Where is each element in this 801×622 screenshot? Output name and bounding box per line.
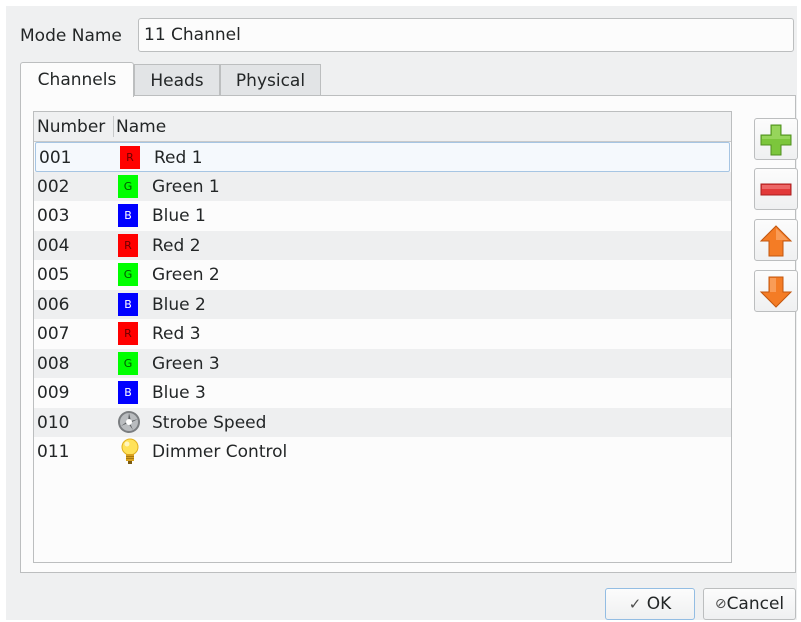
tab-heads-label: Heads	[150, 71, 204, 91]
arrow-down-icon	[759, 276, 793, 308]
minus-icon	[760, 183, 792, 196]
light-bulb-icon	[120, 438, 140, 466]
add-channel-button[interactable]	[754, 118, 798, 160]
channel-number: 002	[37, 176, 70, 197]
column-divider	[113, 116, 114, 137]
strobe-icon	[117, 410, 141, 434]
channel-number: 003	[37, 206, 70, 226]
cancel-label: Cancel	[726, 594, 785, 614]
table-row[interactable]: 009 B Blue 3	[34, 378, 731, 408]
channel-name: Green 2	[152, 265, 220, 285]
column-header-name[interactable]: Name	[116, 117, 166, 137]
column-header-number[interactable]: Number	[37, 117, 105, 137]
channel-name: Red 1	[154, 148, 203, 168]
tab-channels-label: Channels	[37, 70, 117, 90]
channel-number: 001	[39, 148, 72, 168]
channel-name: Blue 1	[152, 206, 206, 226]
channel-name: Blue 2	[152, 294, 206, 315]
channel-number: 011	[37, 442, 70, 462]
remove-channel-button[interactable]	[754, 168, 798, 210]
channel-number: 004	[37, 235, 70, 256]
channel-number: 005	[37, 265, 70, 285]
mode-name-label: Mode Name	[20, 26, 122, 46]
tab-physical[interactable]: Physical	[220, 64, 321, 96]
mode-name-input[interactable]	[138, 18, 794, 52]
blue-channel-icon: B	[118, 381, 138, 404]
table-row[interactable]: 008 G Green 3	[34, 348, 731, 378]
channel-name: Red 3	[152, 324, 201, 344]
table-row[interactable]: 006 B Blue 2	[34, 289, 731, 319]
channel-number: 006	[37, 294, 70, 315]
ok-label: OK	[646, 594, 672, 614]
cancel-button[interactable]: ⊘Cancel	[703, 588, 796, 620]
red-channel-icon: R	[118, 322, 138, 345]
red-channel-icon: R	[120, 146, 140, 169]
channels-table[interactable]: Number Name 001 R Red 1 002 G Green 1 003 B Blue…	[33, 111, 732, 563]
channel-name: Green 1	[152, 176, 220, 197]
checkmark-icon: ✓	[628, 595, 642, 613]
channel-name: Blue 3	[152, 383, 206, 403]
green-channel-icon: G	[118, 351, 138, 375]
plus-icon	[760, 124, 792, 156]
move-up-button[interactable]	[754, 219, 798, 261]
table-row[interactable]: 010 Strobe Speed	[34, 407, 731, 437]
blue-channel-icon: B	[118, 292, 138, 316]
table-row[interactable]: 011 Dimmer Control	[34, 437, 731, 467]
channel-name: Green 3	[152, 353, 220, 374]
green-channel-icon: G	[118, 174, 138, 198]
channel-number: 009	[37, 383, 70, 403]
channel-number: 008	[37, 353, 70, 374]
arrow-up-icon	[759, 225, 793, 257]
table-header: Number Name	[34, 112, 731, 142]
channels-panel: Number Name 001 R Red 1 002 G Green 1 003 B Blue…	[20, 95, 798, 573]
ok-button[interactable]: ✓ OK	[605, 588, 695, 620]
tab-channels[interactable]: Channels	[20, 62, 134, 97]
table-row[interactable]: 005 G Green 2	[34, 260, 731, 290]
blue-channel-icon: B	[118, 204, 138, 227]
channel-number: 007	[37, 324, 70, 344]
tab-physical-label: Physical	[235, 71, 306, 91]
move-down-button[interactable]	[754, 270, 798, 312]
table-row[interactable]: 004 R Red 2	[34, 230, 731, 260]
table-row[interactable]: 001 R Red 1	[35, 142, 730, 172]
table-row[interactable]: 003 B Blue 1	[34, 201, 731, 231]
mode-editor-dialog: Mode Name Channels Heads Physical Number…	[6, 6, 798, 620]
channel-name: Dimmer Control	[152, 442, 288, 462]
table-row[interactable]: 002 G Green 1	[34, 171, 731, 201]
channel-name: Red 2	[152, 235, 201, 256]
tab-heads[interactable]: Heads	[134, 64, 220, 96]
channel-name: Strobe Speed	[152, 412, 267, 433]
table-row[interactable]: 007 R Red 3	[34, 319, 731, 349]
green-channel-icon: G	[118, 263, 138, 286]
channel-number: 010	[37, 412, 70, 433]
red-channel-icon: R	[118, 233, 138, 257]
cancel-circle-icon: ⊘	[714, 596, 727, 612]
